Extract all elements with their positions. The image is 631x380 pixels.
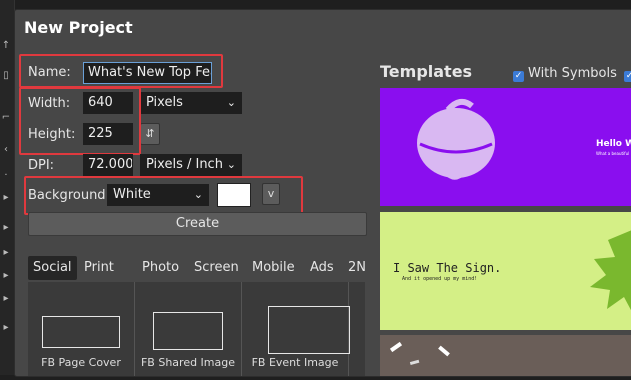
- template-item[interactable]: [380, 335, 631, 376]
- with-symbols-checkbox[interactable]: ✓ With Symbols: [513, 66, 617, 82]
- tool-icon[interactable]: ▸: [1, 222, 11, 234]
- tool-arrow-icon[interactable]: ↑: [1, 40, 11, 52]
- template-text: Hello Wo: [596, 139, 631, 149]
- tool-icon[interactable]: ▸: [1, 192, 11, 204]
- new-project-dialog: New Project Name: What's New Top Fea Wid…: [14, 9, 631, 377]
- preset-shape: [268, 306, 350, 354]
- width-unit-select[interactable]: Pixels ⌄: [140, 92, 242, 114]
- tab-photo[interactable]: Photo: [137, 256, 184, 280]
- template-subtext: And it opened up my mind!: [402, 276, 478, 282]
- chevron-down-icon: ⌄: [226, 96, 236, 109]
- acorn-graphic: [417, 98, 495, 180]
- tool-frame-icon[interactable]: ▯: [1, 70, 11, 82]
- preset-label: FB Shared Image: [140, 356, 236, 369]
- link-dimensions-icon[interactable]: ⇵: [140, 123, 160, 145]
- tab-print[interactable]: Print: [79, 256, 119, 280]
- tool-icon[interactable]: ·: [1, 170, 11, 182]
- preset-fb-shared-image[interactable]: FB Shared Image: [135, 282, 242, 376]
- tab-ads[interactable]: Ads: [305, 256, 339, 280]
- tab-mobile[interactable]: Mobile: [247, 256, 300, 280]
- tool-icon[interactable]: ‹: [1, 144, 11, 156]
- preset-list: FB Page Cover FB Shared Image FB Event I…: [28, 282, 365, 376]
- tab-social[interactable]: Social: [28, 256, 77, 280]
- dpi-unit-select[interactable]: Pixels / Inch ⌄: [140, 154, 242, 176]
- tab-screen[interactable]: Screen: [189, 256, 244, 280]
- dimensions-highlight: [19, 87, 141, 155]
- checkmark-icon: ✓: [513, 71, 524, 82]
- preset-label: FB Page Cover: [41, 356, 121, 369]
- preset-label: FB Event Image: [251, 356, 339, 369]
- dialog-title: New Project: [24, 18, 133, 37]
- tool-icon[interactable]: ▸: [1, 247, 11, 259]
- preset-fb-page-cover[interactable]: FB Page Cover: [28, 282, 135, 376]
- chevron-down-icon: ⌄: [226, 158, 236, 171]
- preset-fb-event-image[interactable]: FB Event Image: [242, 282, 350, 376]
- tab-more[interactable]: 2N: [343, 256, 371, 280]
- checkbox[interactable]: ✓: [624, 66, 631, 82]
- tool-icon[interactable]: ▸: [1, 270, 11, 282]
- create-button[interactable]: Create: [28, 212, 367, 236]
- tools-strip: ↑ ▯ ⌐ ‹ · ▸ ▸ ▸ ▸ ▸ ▸: [0, 0, 15, 375]
- with-symbols-label: With Symbols: [528, 66, 617, 81]
- confetti-graphic: [389, 341, 450, 365]
- tool-icon[interactable]: ▸: [1, 293, 11, 305]
- template-subtext: What a beautiful: [596, 151, 630, 156]
- checkmark-icon: ✓: [624, 71, 631, 82]
- templates-title: Templates: [380, 62, 473, 81]
- background-highlight: [24, 176, 303, 215]
- dpi-label: DPI:: [28, 158, 55, 173]
- name-highlight: [19, 54, 223, 88]
- template-item[interactable]: Hello Wo What a beautiful: [380, 88, 631, 206]
- tool-icon[interactable]: ⌐: [1, 112, 11, 124]
- template-item[interactable]: I Saw The Sign. And it opened up my mind…: [380, 212, 631, 330]
- width-unit-value: Pixels: [146, 95, 183, 110]
- dpi-input[interactable]: 72.000: [83, 154, 133, 176]
- preset-shape: [42, 316, 120, 348]
- preset-tabs: Social Print Photo Screen Mobile Ads 2N: [28, 256, 366, 280]
- tool-icon[interactable]: ▸: [1, 322, 11, 334]
- preset-shape: [153, 312, 223, 350]
- dpi-unit-value: Pixels / Inch: [146, 157, 223, 172]
- template-text: I Saw The Sign.: [393, 261, 502, 275]
